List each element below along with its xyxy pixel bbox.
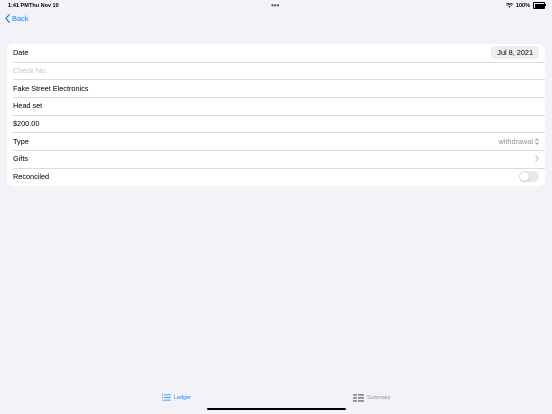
status-right: 100% [505, 2, 546, 9]
toggle-knob [520, 172, 529, 182]
check-no-row[interactable]: Check No. [7, 61, 545, 80]
battery-icon [533, 2, 546, 9]
multitasking-dots-icon[interactable]: ••• [271, 1, 279, 10]
payee-row[interactable]: Fake Street Electronics [7, 79, 545, 97]
transaction-form: Date Jul 8, 2021 Check No. Fake Street E… [7, 44, 545, 186]
type-value: withdrawal [498, 136, 533, 146]
chevron-up-down-icon [535, 138, 539, 145]
amount-row[interactable]: $200.00 [7, 114, 545, 133]
gifts-row[interactable]: Gifts [7, 150, 545, 168]
chevron-right-icon [535, 155, 539, 163]
home-indicator[interactable] [207, 408, 346, 410]
list-icon [162, 394, 171, 401]
back-button[interactable]: Back [5, 14, 29, 23]
tab-summary-label: Summary [367, 395, 391, 401]
amount-field[interactable]: $200.00 [13, 119, 539, 128]
type-picker[interactable]: withdrawal [499, 137, 539, 146]
type-row[interactable]: Type withdrawal [7, 132, 545, 150]
date-row: Date Jul 8, 2021 [7, 44, 545, 62]
table-icon [353, 394, 364, 402]
date-picker[interactable]: Jul 8, 2021 [491, 46, 539, 60]
type-label: Type [13, 136, 29, 146]
tab-ledger[interactable]: Ledger [162, 394, 191, 401]
battery-percent: 100% [515, 2, 530, 9]
reconciled-row: Reconciled [7, 167, 545, 186]
date-label: Date [13, 48, 29, 58]
gifts-label: Gifts [13, 154, 28, 164]
status-bar: 1:41 PM Thu Nov 10 ••• 100% [0, 0, 552, 12]
tab-bar: Ledger Summary [0, 388, 552, 414]
reconciled-toggle[interactable] [519, 171, 539, 183]
tab-summary[interactable]: Summary [353, 394, 391, 402]
chevron-left-icon [5, 14, 10, 23]
wifi-icon [505, 3, 513, 8]
tab-ledger-label: Ledger [174, 394, 192, 401]
reconciled-label: Reconciled [13, 172, 50, 182]
memo-row[interactable]: Head set [7, 97, 545, 115]
back-label: Back [12, 14, 29, 23]
status-time: 1:41 PM [8, 3, 29, 9]
status-date: Thu Nov 10 [29, 3, 59, 9]
payee-field[interactable]: Fake Street Electronics [13, 84, 539, 93]
memo-field[interactable]: Head set [13, 101, 539, 110]
check-no-field[interactable]: Check No. [13, 66, 539, 75]
